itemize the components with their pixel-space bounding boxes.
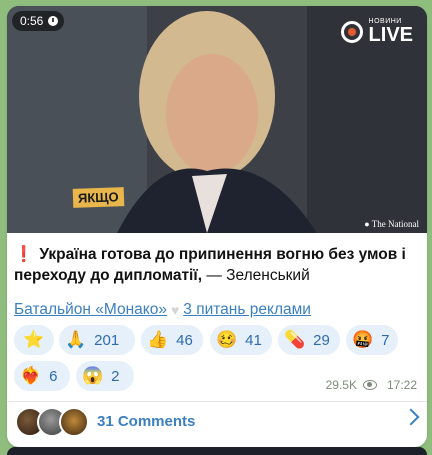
ads-link[interactable]: 3 питань реклами [183, 301, 311, 319]
divider [7, 401, 427, 402]
video-watermark: ● The National [364, 219, 419, 229]
logo-circle-icon [340, 20, 363, 43]
reaction-scream[interactable]: 😱 2 [76, 361, 134, 391]
message-bubble: 0:56 НОВИНИ LIVE ЯКЩО ● The National ❗ Ук… [7, 6, 427, 447]
reaction-count: 2 [111, 367, 120, 385]
post-text: ❗ Україна готова до припинення вогню без … [14, 244, 420, 286]
reaction-pill[interactable]: 💊 29 [278, 325, 340, 355]
post-attribution: — Зеленський [202, 267, 310, 284]
chevron-right-icon [402, 408, 420, 426]
channel-logo: НОВИНИ LIVE [340, 18, 413, 46]
comments-button[interactable]: 31 Comments [15, 405, 421, 438]
message-meta: 29.5K 17:22 [326, 378, 417, 392]
next-message-edge [7, 447, 427, 455]
video-subtitle: ЯКЩО [72, 187, 124, 208]
reaction-count: 41 [245, 331, 262, 349]
reaction-cursing[interactable]: 🤬 7 [346, 325, 398, 355]
reaction-count: 46 [176, 331, 193, 349]
duration-text: 0:56 [20, 14, 44, 28]
message-time: 17:22 [386, 378, 417, 392]
avatar [59, 406, 89, 437]
post-links: Батальйон «Монако» ♥ 3 питань реклами [14, 301, 311, 319]
thumbs-up-icon: 👍 [147, 330, 169, 349]
cursing-face-icon: 🤬 [352, 330, 374, 349]
pray-icon: 🙏 [65, 330, 87, 349]
reaction-star[interactable]: ⭐ [14, 325, 54, 355]
exclamation-icon: ❗ [14, 246, 34, 263]
star-icon: ⭐ [23, 330, 45, 349]
reaction-pray[interactable]: 🙏 201 [59, 325, 135, 355]
views-count: 29.5K [325, 378, 357, 392]
reaction-count: 7 [381, 331, 390, 349]
eye-icon [362, 380, 377, 390]
video-thumbnail[interactable]: 0:56 НОВИНИ LIVE ЯКЩО ● The National [7, 6, 427, 233]
reaction-woozy[interactable]: 🥴 41 [210, 325, 272, 355]
channel-link[interactable]: Батальйон «Монако» [14, 301, 167, 319]
video-duration-badge: 0:56 [12, 11, 65, 31]
comments-label: 31 Comments [97, 413, 196, 430]
reaction-heart-fire[interactable]: ❤️‍🔥 6 [14, 361, 70, 391]
reaction-count: 201 [94, 331, 120, 349]
pill-icon: 💊 [284, 330, 306, 349]
info-icon [48, 16, 59, 26]
reaction-count: 6 [49, 367, 58, 385]
woozy-face-icon: 🥴 [216, 330, 238, 349]
reaction-thumbs-up[interactable]: 👍 46 [141, 325, 203, 355]
scream-face-icon: 😱 [82, 366, 104, 385]
heart-on-fire-icon: ❤️‍🔥 [20, 366, 42, 385]
heart-icon: ♥ [170, 302, 180, 318]
reaction-count: 29 [313, 331, 330, 349]
commenter-avatars [15, 406, 93, 437]
logo-big-text: LIVE [368, 24, 413, 46]
